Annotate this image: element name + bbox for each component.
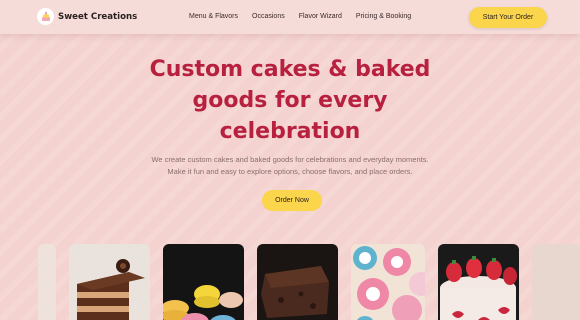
cake-logo-icon (37, 8, 54, 25)
hero-title-line: celebration (219, 119, 361, 144)
hero-subtitle: We create custom cakes and baked goods f… (120, 154, 460, 178)
hero-title-line: goods for every (192, 88, 388, 113)
gallery-card-chocolate-cake[interactable] (69, 244, 150, 320)
nav-link-pricing-booking[interactable]: Pricing & Booking (356, 13, 411, 20)
brand-name: Sweet Creations (58, 11, 138, 22)
hero-title: Custom cakes & baked goods for every cel… (140, 54, 440, 147)
hero-title-line: Custom cakes & baked (149, 57, 431, 82)
order-now-button[interactable]: Order Now (262, 190, 322, 211)
nav-link-menu-flavors[interactable]: Menu & Flavors (189, 13, 238, 20)
strawberry-cake-image (438, 244, 519, 320)
gallery-card-cookies[interactable] (351, 244, 425, 320)
start-order-button[interactable]: Start Your Order (469, 7, 547, 28)
nav-link-flavor-wizard[interactable]: Flavor Wizard (299, 13, 342, 20)
gallery-card-strawberry-cake[interactable] (438, 244, 519, 320)
decorated-cookies-image (351, 244, 425, 320)
gallery-card-macarons[interactable] (163, 244, 244, 320)
macarons-image (163, 244, 244, 320)
hero-subtitle-line: We create custom cakes and baked goods f… (151, 155, 429, 164)
brand[interactable]: Sweet Creations (37, 8, 137, 25)
nav-links: Menu & Flavors Occasions Flavor Wizard P… (189, 13, 425, 20)
gallery-card-edge-left (38, 244, 56, 320)
nav-link-occasions[interactable]: Occasions (252, 13, 285, 20)
gallery-card-edge-right (532, 244, 580, 320)
hero-subtitle-line: Make it fun and easy to explore options,… (167, 167, 413, 176)
chocolate-cake-image (69, 244, 150, 320)
top-navbar: Sweet Creations Menu & Flavors Occasions… (0, 0, 580, 34)
brownie-image (257, 244, 338, 320)
gallery-card-brownie[interactable] (257, 244, 338, 320)
